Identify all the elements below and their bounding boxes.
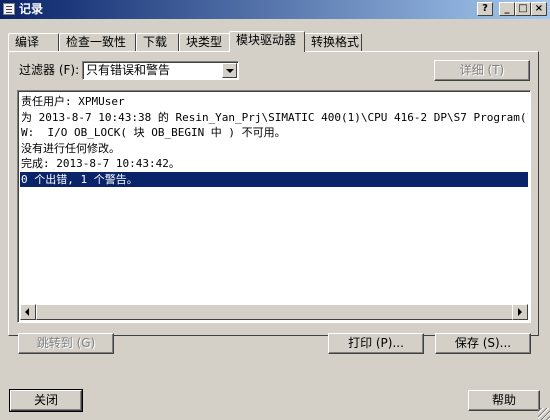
details-button[interactable]: 详细 (T) (434, 60, 530, 81)
tab-convert-format[interactable]: 转换格式 (304, 33, 362, 51)
help-button[interactable]: 帮助 (468, 390, 540, 411)
log-line[interactable]: 完成: 2013-8-7 10:43:42。 (20, 156, 528, 172)
tab-compile[interactable]: 编译 (8, 33, 59, 51)
save-button[interactable]: 保存 (S)... (435, 333, 531, 354)
filter-dropdown[interactable]: 只有错误和警告 (82, 61, 239, 80)
log-line[interactable]: W: I/O OB_LOCK( 块 OB_BEGIN 中 ) 不可用。 (20, 125, 528, 141)
tab-module-driver[interactable]: 模块驱动器 (229, 31, 305, 52)
tab-block-type[interactable]: 块类型 (179, 33, 231, 51)
window-title: 记录 (19, 2, 44, 16)
maximize-button[interactable]: □ (515, 2, 531, 16)
tab-download[interactable]: 下载 (136, 33, 179, 51)
scroll-left-arrow-icon[interactable] (20, 304, 36, 320)
scroll-right-arrow-icon[interactable] (512, 304, 528, 320)
resize-grip-icon[interactable] (538, 408, 550, 420)
filter-value: 只有错误和警告 (86, 63, 171, 77)
log-lines: 责任用户: XPMUser 为 2013-8-7 10:43:38 的 Resi… (20, 94, 528, 187)
log-line[interactable]: 责任用户: XPMUser (20, 94, 528, 110)
log-line-selected[interactable]: 0 个出错, 1 个警告。 (20, 171, 528, 187)
close-button[interactable]: 关闭 (9, 389, 83, 412)
print-button[interactable]: 打印 (P)... (328, 333, 424, 354)
close-window-button[interactable]: × (531, 2, 547, 16)
tab-check-consistency[interactable]: 检查一致性 (59, 33, 136, 51)
title-bar: 记录 ? _ □ × (0, 0, 550, 19)
goto-button[interactable]: 跳转到 (G) (18, 333, 114, 354)
horizontal-scrollbar[interactable] (20, 304, 528, 320)
help-title-button[interactable]: ? (477, 2, 493, 16)
log-window-icon (3, 3, 15, 15)
scrollbar-thumb[interactable] (36, 304, 514, 320)
log-line[interactable]: 没有进行任何修改。 (20, 141, 528, 157)
log-output[interactable]: 责任用户: XPMUser 为 2013-8-7 10:43:38 的 Resi… (17, 90, 531, 323)
filter-label: 过滤器 (F): (19, 63, 80, 77)
log-line[interactable]: 为 2013-8-7 10:43:38 的 Resin_Yan_Prj\SIMA… (20, 110, 528, 126)
minimize-button[interactable]: _ (499, 2, 515, 16)
chevron-down-icon[interactable] (222, 63, 237, 78)
